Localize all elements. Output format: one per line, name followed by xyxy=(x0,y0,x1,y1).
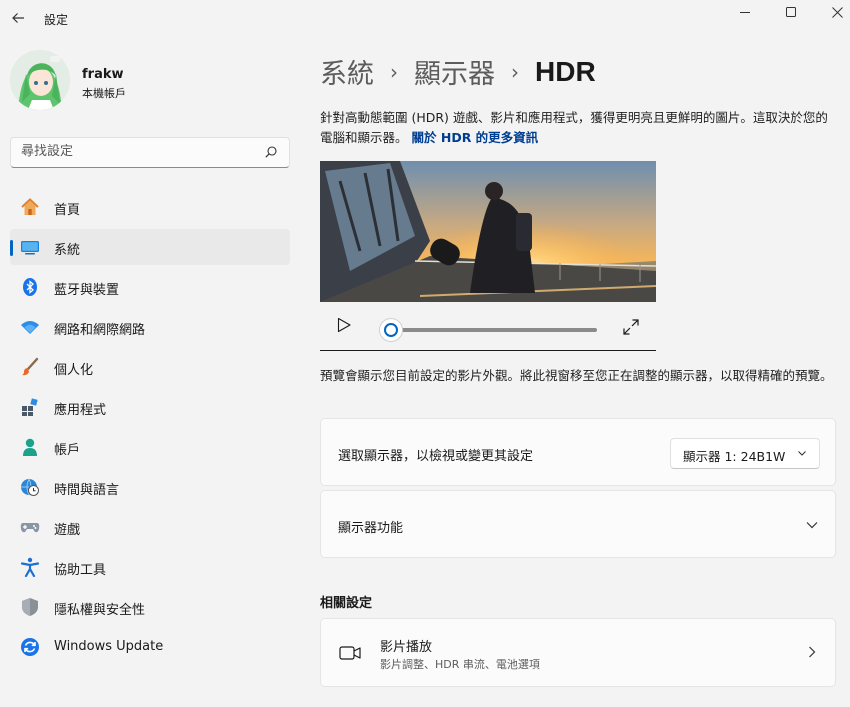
video-playback-link[interactable]: 影片播放 影片調整、HDR 串流、電池選項 xyxy=(320,618,836,687)
app-title: 設定 xyxy=(44,13,69,27)
sidebar-item-label: 藍牙與裝置 xyxy=(54,283,120,298)
shield-icon xyxy=(20,597,40,617)
back-button[interactable] xyxy=(6,6,30,30)
search-input[interactable] xyxy=(21,144,261,159)
accessibility-icon xyxy=(20,557,40,577)
sidebar-item-label: 系統 xyxy=(54,243,81,258)
seek-bar[interactable] xyxy=(391,328,597,332)
video-camera-icon xyxy=(339,646,361,660)
home-icon xyxy=(20,197,40,217)
play-button[interactable] xyxy=(336,317,352,337)
system-icon xyxy=(20,237,40,257)
breadcrumb-separator-icon: › xyxy=(511,59,519,84)
display-dropdown-value: 顯示器 1: 24B1W xyxy=(683,449,786,464)
breadcrumb: 系統 › 顯示器 › HDR xyxy=(320,52,596,91)
sidebar-item-accounts[interactable]: 帳戶 xyxy=(10,429,290,465)
video-playback-subtitle: 影片調整、HDR 串流、電池選項 xyxy=(380,658,540,671)
sidebar-item-home[interactable]: 首頁 xyxy=(10,189,290,225)
maximize-button[interactable] xyxy=(768,0,814,24)
expand-icon xyxy=(623,319,639,335)
sidebar-item-label: 網路和網際網路 xyxy=(54,323,146,338)
hdr-learn-more-link[interactable]: 關於 HDR 的更多資訊 xyxy=(412,130,539,145)
sidebar-item-label: 隱私權與安全性 xyxy=(54,603,146,618)
globe-clock-icon xyxy=(20,477,40,497)
chevron-down-icon xyxy=(798,451,806,456)
search-icon[interactable] xyxy=(265,146,277,158)
breadcrumb-item-display[interactable]: 顯示器 xyxy=(414,52,495,91)
fullscreen-button[interactable] xyxy=(622,318,640,340)
preview-note: 預覽會顯示您目前設定的影片外觀。將此視窗移至您正在調整的顯示器，以取得精確的預覽… xyxy=(320,368,833,383)
display-features-card[interactable]: 顯示器功能 xyxy=(320,490,836,558)
sidebar-item-label: 協助工具 xyxy=(54,563,107,578)
sidebar-nav: 首頁 系統 藍牙與裝置 網路和網際網路 個人化 應用程式 帳戶 時間與語言 遊戲… xyxy=(10,189,290,669)
update-icon xyxy=(20,637,40,657)
sidebar-item-windows-update[interactable]: Windows Update xyxy=(10,629,290,665)
maximize-icon xyxy=(786,7,796,17)
account-icon xyxy=(20,437,40,457)
video-playback-title: 影片播放 xyxy=(380,640,433,655)
bluetooth-icon xyxy=(20,277,40,297)
select-display-label: 選取顯示器，以檢視或變更其設定 xyxy=(338,449,534,464)
sidebar-item-accessibility[interactable]: 協助工具 xyxy=(10,549,290,585)
sidebar-item-label: 時間與語言 xyxy=(54,483,120,498)
brush-icon xyxy=(20,357,40,377)
sidebar-item-label: 遊戲 xyxy=(54,523,81,538)
page-description: 針對高動態範圍 (HDR) 遊戲、影片和應用程式，獲得更明亮且更鮮明的圖片。這取… xyxy=(320,108,835,148)
title-bar: 設定 xyxy=(0,0,850,38)
description-text: 針對高動態範圍 (HDR) 遊戲、影片和應用程式，獲得更明亮且更鮮明的圖片。這取… xyxy=(320,110,828,145)
sidebar-item-system[interactable]: 系統 xyxy=(10,229,290,265)
seek-thumb[interactable] xyxy=(379,318,403,342)
video-controls xyxy=(320,302,656,351)
sidebar-item-time-language[interactable]: 時間與語言 xyxy=(10,469,290,505)
display-dropdown[interactable]: 顯示器 1: 24B1W xyxy=(670,438,820,469)
back-arrow-icon xyxy=(12,13,24,23)
select-display-card: 選取顯示器，以檢視或變更其設定 顯示器 1: 24B1W xyxy=(320,418,836,486)
hdr-video-preview xyxy=(320,161,656,302)
sidebar-item-apps[interactable]: 應用程式 xyxy=(10,389,290,425)
page-title: HDR xyxy=(535,55,596,87)
sidebar-item-label: Windows Update xyxy=(54,639,164,654)
gamepad-icon xyxy=(20,517,40,537)
search-box[interactable] xyxy=(10,137,290,168)
breadcrumb-item-system[interactable]: 系統 xyxy=(320,52,374,91)
wifi-icon xyxy=(20,317,40,337)
related-settings-heading: 相關設定 xyxy=(320,596,373,611)
sidebar-item-label: 應用程式 xyxy=(54,403,107,418)
sidebar-item-bluetooth[interactable]: 藍牙與裝置 xyxy=(10,269,290,305)
close-icon xyxy=(831,6,843,18)
breadcrumb-separator-icon: › xyxy=(390,59,398,84)
minimize-icon xyxy=(740,12,750,13)
sidebar-item-label: 個人化 xyxy=(54,363,94,378)
display-features-label: 顯示器功能 xyxy=(338,521,404,536)
sidebar-item-network[interactable]: 網路和網際網路 xyxy=(10,309,290,345)
chevron-down-icon xyxy=(806,522,818,529)
minimize-button[interactable] xyxy=(722,0,768,24)
sidebar-item-gaming[interactable]: 遊戲 xyxy=(10,509,290,545)
avatar xyxy=(10,50,70,110)
apps-icon xyxy=(20,397,40,417)
sidebar-item-label: 首頁 xyxy=(54,203,81,218)
sidebar-item-privacy[interactable]: 隱私權與安全性 xyxy=(10,589,290,625)
sidebar-item-personalization[interactable]: 個人化 xyxy=(10,349,290,385)
user-name: frakw xyxy=(82,67,124,82)
sidebar-item-label: 帳戶 xyxy=(54,443,81,458)
close-button[interactable] xyxy=(814,0,850,24)
chevron-right-icon xyxy=(809,646,816,658)
play-icon xyxy=(337,317,351,333)
account-type: 本機帳戶 xyxy=(82,87,126,100)
